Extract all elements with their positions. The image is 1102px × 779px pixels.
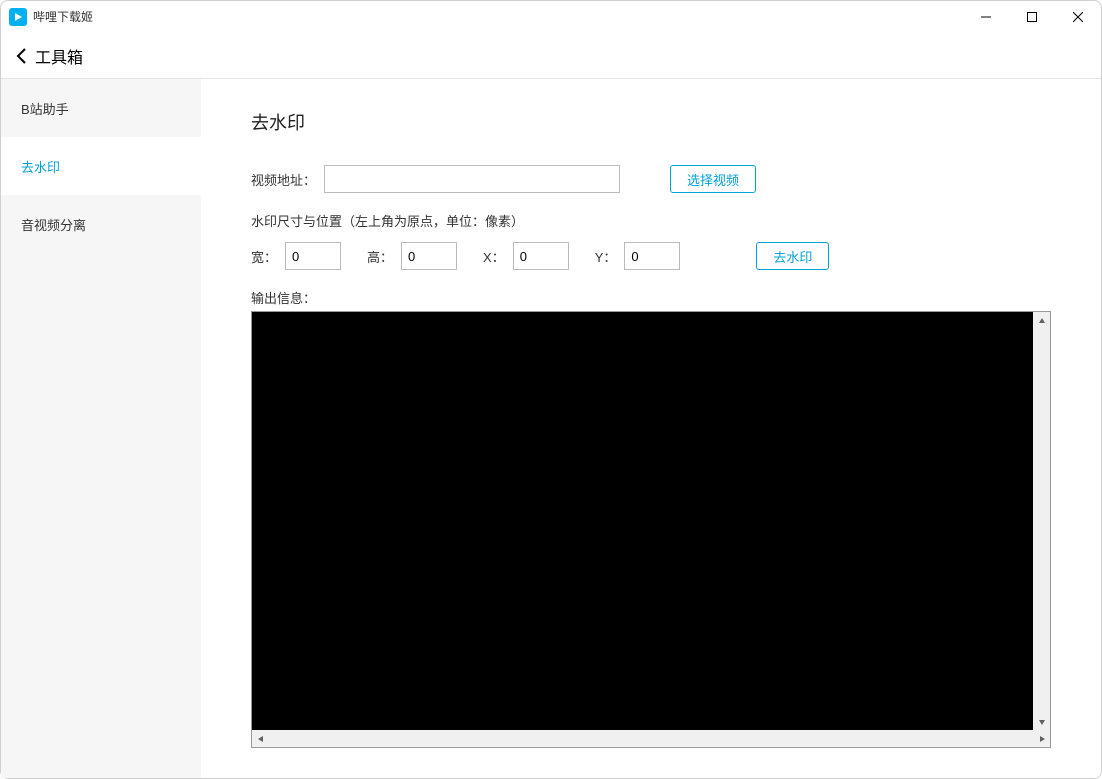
x-group: X：: [483, 242, 569, 270]
header-title: 工具箱: [35, 44, 83, 68]
sidebar-item-label: 音视频分离: [21, 215, 86, 234]
select-video-button[interactable]: 选择视频: [670, 165, 756, 193]
scroll-track-v[interactable]: [1033, 329, 1050, 713]
height-label: 高：: [367, 247, 393, 266]
app-icon: [9, 8, 27, 26]
video-url-row: 视频地址： 选择视频: [251, 165, 1051, 193]
sidebar: B站助手 去水印 音视频分离: [1, 79, 201, 778]
page-title: 去水印: [251, 109, 1051, 135]
width-input[interactable]: [285, 242, 341, 270]
sidebar-item-av-separate[interactable]: 音视频分离: [1, 195, 201, 253]
window-controls: [963, 1, 1101, 32]
window-title: 哔哩下载姬: [33, 8, 93, 25]
scroll-left-arrow[interactable]: [252, 730, 269, 747]
scroll-down-arrow[interactable]: [1033, 713, 1050, 730]
x-label: X：: [483, 247, 505, 266]
maximize-button[interactable]: [1009, 1, 1055, 32]
sidebar-item-bilibili-helper[interactable]: B站助手: [1, 79, 201, 137]
vertical-scrollbar[interactable]: [1033, 312, 1050, 730]
output-panel: [251, 311, 1051, 748]
remove-watermark-button[interactable]: 去水印: [756, 242, 829, 270]
sidebar-item-label: 去水印: [21, 157, 60, 176]
header: 工具箱: [1, 33, 1101, 79]
titlebar: 哔哩下载姬: [1, 1, 1101, 33]
back-button[interactable]: [15, 46, 29, 66]
video-url-label: 视频地址：: [251, 170, 316, 189]
height-group: 高：: [367, 242, 457, 270]
scroll-up-arrow[interactable]: [1033, 312, 1050, 329]
sidebar-item-remove-watermark[interactable]: 去水印: [1, 137, 201, 195]
scroll-track-h[interactable]: [269, 730, 1033, 747]
y-group: Y：: [595, 242, 681, 270]
y-input[interactable]: [624, 242, 680, 270]
height-input[interactable]: [401, 242, 457, 270]
horizontal-scrollbar[interactable]: [252, 730, 1050, 747]
output-label: 输出信息：: [251, 288, 1051, 307]
x-input[interactable]: [513, 242, 569, 270]
width-label: 宽：: [251, 247, 277, 266]
y-label: Y：: [595, 247, 617, 266]
dimensions-section-label: 水印尺寸与位置（左上角为原点，单位：像素）: [251, 211, 1051, 230]
body: B站助手 去水印 音视频分离 去水印 视频地址： 选择视频 水印尺寸与位置（左上…: [1, 79, 1101, 778]
sidebar-item-label: B站助手: [21, 99, 69, 118]
minimize-button[interactable]: [963, 1, 1009, 32]
dimensions-row: 宽： 高： X： Y： 去水印: [251, 242, 1051, 270]
close-button[interactable]: [1055, 1, 1101, 32]
scroll-right-arrow[interactable]: [1033, 730, 1050, 747]
main: 去水印 视频地址： 选择视频 水印尺寸与位置（左上角为原点，单位：像素） 宽： …: [201, 79, 1101, 778]
video-url-input[interactable]: [324, 165, 620, 193]
width-group: 宽：: [251, 242, 341, 270]
